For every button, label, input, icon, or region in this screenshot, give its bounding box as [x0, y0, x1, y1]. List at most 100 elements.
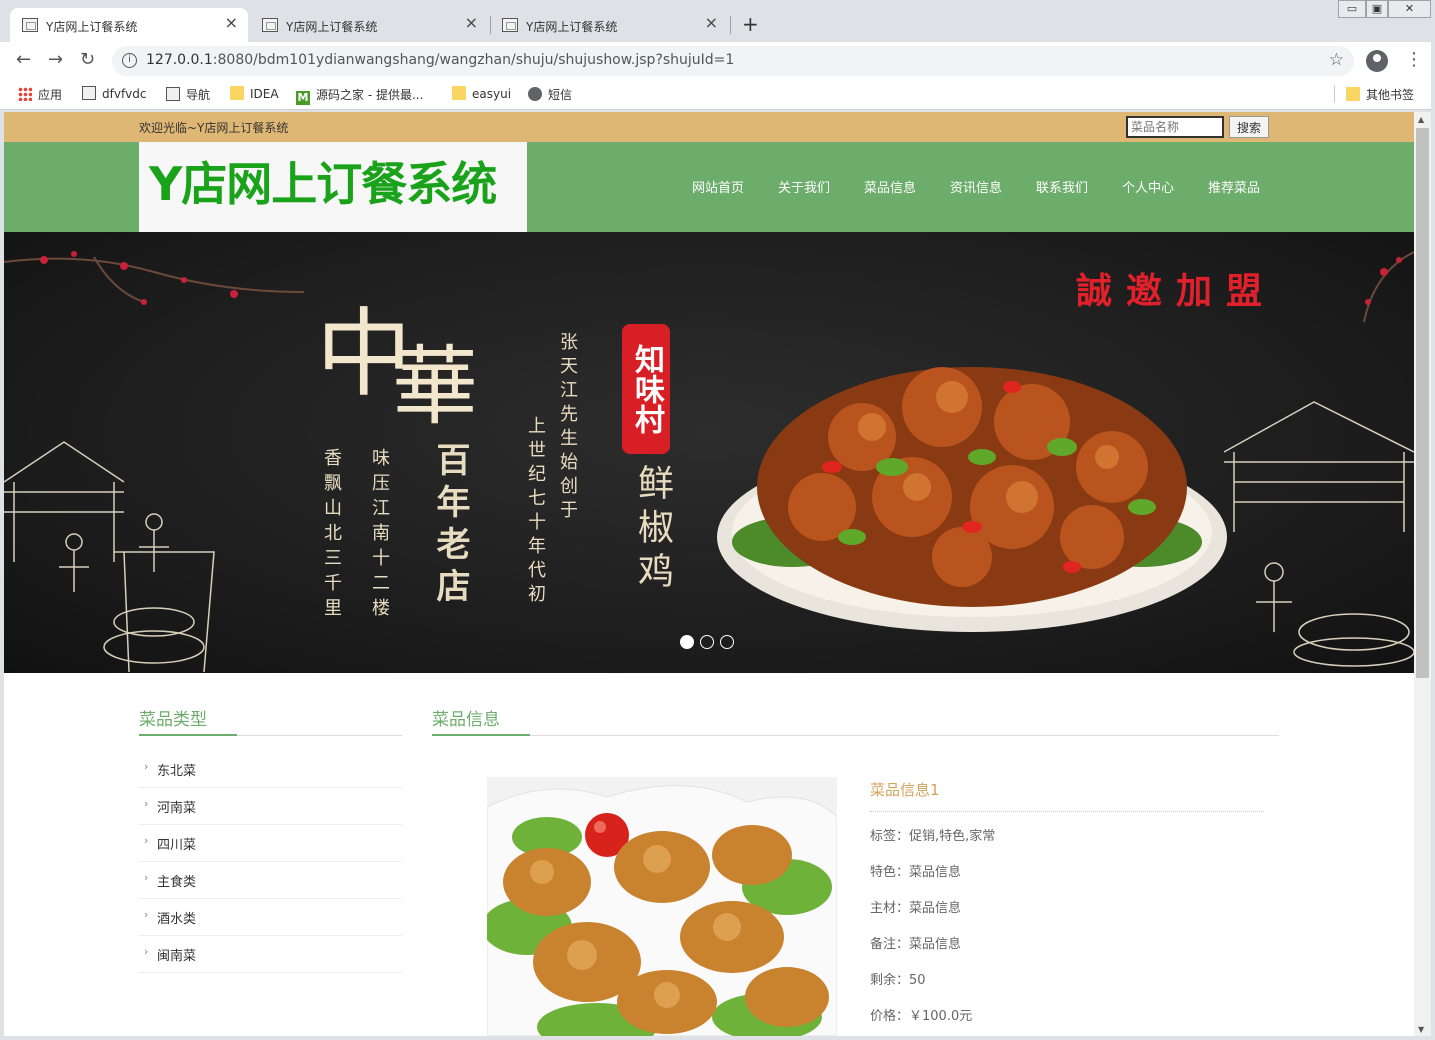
window-frame [1431, 42, 1435, 1040]
category-item[interactable]: › 闽南菜 [139, 936, 402, 973]
apps-icon [18, 87, 32, 101]
site-info-icon[interactable]: i [122, 53, 137, 68]
tab-title: Y店网上订餐系统 [46, 20, 138, 34]
nav-about[interactable]: 关于我们 [778, 177, 830, 196]
carousel-dot-3[interactable] [720, 635, 734, 649]
page-scrollbar[interactable]: ▲ ▼ [1414, 112, 1431, 1036]
maximize-icon[interactable]: ▣ [1366, 0, 1388, 18]
browser-tab-1[interactable]: Y店网上订餐系统 × [10, 8, 248, 42]
bookmark-dfvfvdc[interactable]: dfvfvdc [82, 86, 146, 101]
banner-carousel[interactable]: 中 華 张天江先生始创于 上世纪七十年代初 百年老店 味压江南十二楼 香飘山北三… [4, 232, 1414, 673]
folder-icon [1346, 87, 1360, 101]
page-favicon-icon [502, 18, 518, 32]
banner-text-verse-1: 味压江南十二楼 [369, 448, 390, 623]
dish-item-divider [870, 811, 1264, 812]
category-item[interactable]: › 河南菜 [139, 788, 402, 825]
address-bar[interactable]: i 127.0.0.1:8080/bdm101ydianwangshang/wa… [112, 46, 1354, 76]
bookmark-label: dfvfvdc [102, 87, 147, 101]
carousel-dot-1[interactable] [680, 635, 694, 649]
dish-field-remaining: 剩余：50 [870, 973, 926, 988]
browser-toolbar: ← → ↻ i 127.0.0.1:8080/bdm101ydianwangsh… [0, 42, 1435, 80]
bookmarks-bar: 应用 dfvfvdc 导航 IDEA M 源码之家 - 提供最... easyui… [0, 80, 1435, 110]
back-arrow-icon[interactable]: ← [16, 50, 31, 70]
bookmark-star-icon[interactable]: ☆ [1329, 50, 1344, 70]
page-favicon-icon [262, 18, 278, 32]
dish-item-title: 菜品信息1 [870, 781, 940, 799]
category-item[interactable]: › 主食类 [139, 862, 402, 899]
new-tab-button[interactable]: + [742, 14, 759, 34]
bookmark-idea[interactable]: IDEA [230, 86, 279, 101]
dish-field-main-ingredient: 主材：菜品信息 [870, 901, 962, 916]
bookmark-label: IDEA [250, 87, 279, 101]
close-tab-icon[interactable]: × [705, 15, 718, 31]
banner-text-era: 上世纪七十年代初 [525, 416, 546, 608]
brand-seal: 知味村 [622, 324, 670, 454]
nav-contact[interactable]: 联系我们 [1036, 177, 1088, 196]
banner-join-slogan: 誠邀加盟 [1076, 270, 1277, 312]
underline-accent [432, 734, 530, 736]
minimize-icon[interactable]: ▭ [1338, 0, 1366, 18]
category-label: 四川菜 [157, 838, 197, 853]
category-item[interactable]: › 四川菜 [139, 825, 402, 862]
bookmark-separator [1334, 85, 1335, 103]
tab-separator [730, 16, 731, 34]
category-item[interactable]: › 酒水类 [139, 899, 402, 936]
page-favicon-icon [22, 18, 38, 32]
banner-dish-name: 鲜椒鸡 [632, 464, 673, 596]
category-list: › 东北菜 › 河南菜 › 四川菜 › 主食类 › 酒水类 › 闽南菜 [139, 751, 402, 973]
bookmark-mycodes[interactable]: M 源码之家 - 提供最... [296, 86, 423, 105]
browser-tab-2[interactable]: Y店网上订餐系统 × [250, 8, 488, 42]
banner-headline-2: 華 [392, 337, 478, 437]
nav-user-center[interactable]: 个人中心 [1122, 177, 1174, 196]
scroll-up-icon[interactable]: ▲ [1418, 115, 1424, 124]
close-window-icon[interactable]: ✕ [1388, 0, 1431, 18]
plum-blossom-icon [1363, 251, 1414, 323]
chevron-right-icon: › [144, 834, 149, 847]
dish-info-heading: 菜品信息 [432, 710, 500, 730]
dish-field-price: 价格：￥100.0元 [870, 1009, 973, 1024]
site-header: Y店网上订餐系统 网站首页 关于我们 菜品信息 资讯信息 联系我们 个人中心 推… [4, 142, 1414, 232]
forward-arrow-icon[interactable]: → [48, 50, 63, 70]
nav-home[interactable]: 网站首页 [692, 177, 744, 196]
profile-avatar-icon[interactable] [1366, 50, 1388, 72]
content-area: 菜品类型 › 东北菜 › 河南菜 › 四川菜 › 主食类 › 酒水类 › 闽南菜 菜品信息 [4, 673, 1414, 1036]
close-tab-icon[interactable]: × [465, 15, 478, 31]
dish-field-remark: 备注：菜品信息 [870, 937, 962, 952]
search-button[interactable]: 搜索 [1229, 116, 1269, 138]
url-host: 127.0.0.1 [146, 52, 213, 68]
page-viewport: 欢迎光临~Y店网上订餐系统 搜索 Y店网上订餐系统 网站首页 关于我们 菜品信息… [4, 112, 1414, 1036]
bookmark-label: 其他书签 [1366, 88, 1415, 102]
globe-icon [528, 87, 542, 101]
carousel-dot-2[interactable] [700, 635, 714, 649]
chevron-right-icon: › [144, 908, 149, 921]
category-heading: 菜品类型 [139, 710, 207, 730]
category-heading-underline [139, 734, 402, 736]
site-logo: Y店网上订餐系统 [149, 157, 497, 211]
bookmark-label: 应用 [38, 88, 63, 102]
m-icon: M [296, 91, 310, 105]
scroll-down-icon[interactable]: ▼ [1418, 1025, 1424, 1034]
site-topbar: 欢迎光临~Y店网上订餐系统 搜索 [4, 112, 1414, 142]
browser-tab-3[interactable]: Y店网上订餐系统 × [490, 8, 728, 42]
close-tab-icon[interactable]: × [225, 15, 238, 31]
url-text: 127.0.0.1:8080/bdm101ydianwangshang/wang… [146, 52, 734, 68]
menu-kebab-icon[interactable]: ⋮ [1405, 50, 1423, 70]
category-item[interactable]: › 东北菜 [139, 751, 402, 788]
nav-recommended[interactable]: 推荐菜品 [1208, 177, 1260, 196]
bookmark-label: 源码之家 - 提供最... [316, 88, 424, 102]
bookmark-nav[interactable]: 导航 [166, 86, 210, 103]
reload-icon[interactable]: ↻ [80, 50, 95, 70]
logo-box[interactable]: Y店网上订餐系统 [139, 142, 527, 232]
village-sketch-right-icon [1223, 401, 1414, 667]
dish-search-input[interactable] [1126, 116, 1224, 138]
dish-field-tags: 标签：促销,特色,家常 [870, 829, 996, 844]
bookmark-other[interactable]: 其他书签 [1346, 86, 1414, 103]
nav-news[interactable]: 资讯信息 [950, 177, 1002, 196]
bookmark-apps[interactable]: 应用 [18, 86, 62, 103]
scrollbar-thumb[interactable] [1416, 128, 1429, 678]
bookmark-easyui[interactable]: easyui [452, 86, 511, 101]
chicken-dish-image-icon [717, 367, 1227, 632]
banner-text-founder: 张天江先生始创于 [557, 332, 578, 524]
bookmark-sms[interactable]: 短信 [528, 86, 572, 103]
nav-dishes[interactable]: 菜品信息 [864, 177, 916, 196]
